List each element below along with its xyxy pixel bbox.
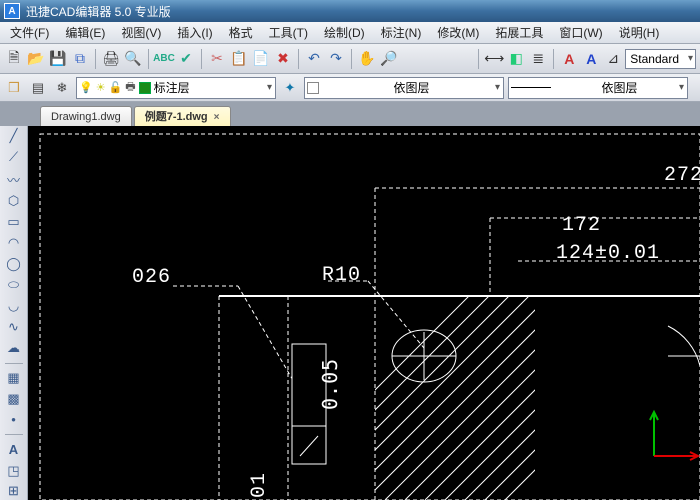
block-icon[interactable]: ▦ — [4, 369, 24, 386]
color-swatch-icon — [307, 82, 319, 94]
standard-toolbar: 🗎 📂 💾 ⧉ 🖨 🔍 ABC ✔ ✂ 📋 📄 ✖ ↶ ↷ ✋ 🔎 ⟷ ◧ ≣ … — [0, 44, 700, 74]
tab-example7-1[interactable]: 例题7-1.dwg × — [134, 106, 231, 126]
copy-icon[interactable]: 📋 — [229, 49, 249, 69]
model-space[interactable]: 026 R10 172 272 124±0.01 0.05 01 — [28, 126, 700, 500]
tab-drawing1[interactable]: Drawing1.dwg — [40, 106, 132, 126]
check-icon[interactable]: ✔ — [176, 49, 196, 69]
sun-icon: ☀ — [96, 81, 106, 94]
pline-icon[interactable]: 〰 — [4, 170, 24, 189]
lock-icon: 🔓 — [109, 81, 123, 94]
linetype-label: 依图层 — [554, 79, 685, 96]
region-icon[interactable]: ◳ — [4, 462, 24, 479]
text-style-a-icon[interactable]: A — [559, 49, 579, 69]
window-title: 迅捷CAD编辑器 5.0 专业版 — [26, 3, 171, 20]
menu-extend[interactable]: 拓展工具 — [487, 22, 551, 44]
tab-label: 例题7-1.dwg — [145, 111, 208, 123]
dim-272: 272 — [664, 164, 700, 187]
make-current-icon[interactable]: ✦ — [280, 78, 300, 98]
find-icon[interactable]: ABC — [154, 49, 174, 69]
menu-file[interactable]: 文件(F) — [2, 22, 57, 44]
menu-bar: 文件(F) 编辑(E) 视图(V) 插入(I) 格式 工具(T) 绘制(D) 标… — [0, 22, 700, 44]
menu-insert[interactable]: 插入(I) — [169, 22, 220, 44]
menu-tools[interactable]: 工具(T) — [261, 22, 316, 44]
arc-icon[interactable]: ◠ — [4, 235, 24, 252]
linetype-combo[interactable]: 依图层 — [508, 77, 688, 99]
dim-linear-icon[interactable]: ⟷ — [484, 49, 504, 69]
open-icon[interactable]: 📂 — [26, 49, 46, 69]
mtext-icon[interactable]: A — [4, 441, 24, 458]
pan-icon[interactable]: ✋ — [357, 49, 377, 69]
line-icon[interactable]: ╱ — [4, 128, 24, 145]
table-icon[interactable]: ⊞ — [4, 483, 24, 500]
revcloud-icon[interactable]: ☁ — [4, 340, 24, 357]
menu-view[interactable]: 视图(V) — [113, 22, 169, 44]
layer-color-swatch — [139, 82, 151, 94]
layer-combo[interactable]: 💡 ☀ 🔓 🖶 标注层 — [76, 77, 276, 99]
layers-icon[interactable]: ≣ — [528, 49, 548, 69]
dim-r10: R10 — [322, 264, 361, 287]
style-dropdown[interactable]: Standard — [625, 49, 696, 69]
entity-icon[interactable]: ◧ — [506, 49, 526, 69]
menu-format[interactable]: 格式 — [221, 22, 261, 44]
new-icon[interactable]: 🗎 — [4, 49, 24, 69]
hatch-icon[interactable]: ▩ — [4, 390, 24, 407]
menu-window[interactable]: 窗口(W) — [551, 22, 610, 44]
zoom-icon[interactable]: 🔎 — [379, 49, 399, 69]
preview-icon[interactable]: 🔍 — [123, 49, 143, 69]
xline-icon[interactable]: ⟋ — [4, 149, 24, 166]
dim-0-05: 0.05 — [318, 358, 342, 410]
layer-states-icon[interactable]: ▤ — [28, 78, 48, 98]
plot-icon: 🖶 — [125, 78, 135, 97]
text-style-b-icon[interactable]: A — [581, 49, 601, 69]
color-label: 依图层 — [322, 79, 501, 96]
tab-label: Drawing1.dwg — [51, 111, 121, 123]
linetype-preview-icon — [511, 87, 551, 88]
save-icon[interactable]: 💾 — [48, 49, 68, 69]
menu-edit[interactable]: 编辑(E) — [57, 22, 113, 44]
saveall-icon[interactable]: ⧉ — [70, 49, 90, 69]
polygon-icon[interactable]: ⬡ — [4, 193, 24, 210]
dim-124: 124±0.01 — [556, 242, 660, 265]
circle-icon[interactable]: ◯ — [4, 256, 24, 273]
delete-icon[interactable]: ✖ — [273, 49, 293, 69]
title-bar: A 迅捷CAD编辑器 5.0 专业版 — [0, 0, 700, 22]
print-icon[interactable]: 🖨 — [101, 49, 121, 69]
color-combo[interactable]: 依图层 — [304, 77, 504, 99]
undo-icon[interactable]: ↶ — [304, 49, 324, 69]
ellipse-arc-icon[interactable]: ◡ — [4, 298, 24, 315]
layer-manager-icon[interactable]: ❒ — [4, 78, 24, 98]
document-tabs: Drawing1.dwg 例题7-1.dwg × — [0, 102, 700, 126]
layer-name: 标注层 — [154, 79, 190, 96]
dim-style-icon[interactable]: ⊿ — [603, 49, 623, 69]
ellipse-icon[interactable]: ⬭ — [4, 277, 24, 294]
menu-modify[interactable]: 修改(M) — [429, 22, 487, 44]
menu-draw[interactable]: 绘制(D) — [316, 22, 373, 44]
dim-026: 026 — [132, 266, 171, 289]
dim-172: 172 — [562, 214, 601, 237]
paste-icon[interactable]: 📄 — [251, 49, 271, 69]
layer-freeze-icon[interactable]: ❄ — [52, 78, 72, 98]
close-icon[interactable]: × — [214, 112, 220, 123]
draw-toolbar: ╱ ⟋ 〰 ⬡ ▭ ◠ ◯ ⬭ ◡ ∿ ☁ ▦ ▩ • A ◳ ⊞ — [0, 126, 28, 500]
spline-icon[interactable]: ∿ — [4, 319, 24, 336]
bulb-icon: 💡 — [79, 81, 93, 94]
rect-icon[interactable]: ▭ — [4, 214, 24, 231]
cut-icon[interactable]: ✂ — [207, 49, 227, 69]
layer-bar: ❒ ▤ ❄ 💡 ☀ 🔓 🖶 标注层 ✦ 依图层 依图层 — [0, 74, 700, 102]
menu-help[interactable]: 说明(H) — [611, 22, 668, 44]
app-logo-icon: A — [4, 3, 20, 19]
point-icon[interactable]: • — [4, 411, 24, 428]
redo-icon[interactable]: ↷ — [326, 49, 346, 69]
dim-01: 01 — [248, 472, 271, 498]
menu-dimension[interactable]: 标注(N) — [373, 22, 430, 44]
